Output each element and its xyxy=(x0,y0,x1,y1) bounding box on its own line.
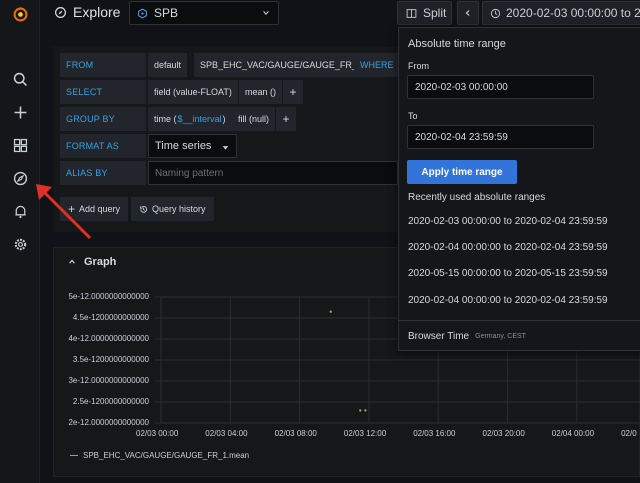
interval-variable: $__interval xyxy=(177,114,222,124)
recent-ranges-heading: Recently used absolute ranges xyxy=(408,192,546,203)
from-label: FROM xyxy=(60,53,146,77)
add-select-button[interactable]: + xyxy=(283,80,303,104)
bell-icon xyxy=(14,205,26,218)
search-icon xyxy=(13,72,27,86)
x-tick-label: 02/03 04:00 xyxy=(205,429,248,438)
measurement-segment[interactable]: SPB_EHC_VAC/GAUGE/GAUGE_FR_1 xyxy=(194,53,368,77)
time-range-dropdown: Absolute time range From 2020-02-03 00:0… xyxy=(398,27,640,351)
y-tick-label: 2.5e-1200000000000 xyxy=(72,397,149,406)
legend-series-swatch xyxy=(70,455,78,456)
caret-down-icon xyxy=(222,146,229,150)
apply-time-range-button[interactable]: Apply time range xyxy=(407,160,517,184)
annotation-arrow xyxy=(36,184,92,240)
y-tick-label: 4.5e-1200000000000 xyxy=(72,313,149,322)
y-tick-label: 4e-12.0000000000000 xyxy=(68,334,149,343)
recent-range-item[interactable]: 2020-02-03 00:00:00 to 2020-02-04 23:59:… xyxy=(408,216,608,227)
format-as-select[interactable]: Time series xyxy=(148,134,237,158)
group-by-time-segment[interactable]: time ($__interval) xyxy=(148,107,232,131)
gear-icon xyxy=(14,238,26,250)
aggregation-segment[interactable]: mean () xyxy=(239,80,283,104)
y-tick-label: 5e-12.0000000000000 xyxy=(68,292,149,301)
group-time-suffix: ) xyxy=(222,114,226,124)
plus-icon: + xyxy=(289,85,297,99)
create-button[interactable] xyxy=(0,98,40,126)
data-point[interactable] xyxy=(329,310,332,313)
absolute-range-heading: Absolute time range xyxy=(408,38,506,50)
datasource-name: SPB xyxy=(154,6,179,20)
data-point[interactable] xyxy=(359,409,362,412)
influxdb-icon xyxy=(138,8,147,18)
dashboards-button[interactable] xyxy=(0,131,40,159)
add-group-by-button[interactable]: + xyxy=(276,107,296,131)
history-icon xyxy=(139,205,148,213)
page-title-text: Explore xyxy=(73,4,121,20)
timezone-label: Germany, CEST xyxy=(475,333,526,340)
to-input[interactable]: 2020-02-04 23:59:59 xyxy=(407,125,594,149)
x-tick-label: 02/03 16:00 xyxy=(413,429,456,438)
from-input[interactable]: 2020-02-03 00:00:00 xyxy=(407,75,594,99)
split-button[interactable]: Split xyxy=(397,1,452,25)
field-segment[interactable]: field (value-FLOAT) xyxy=(148,80,238,104)
grafana-logo[interactable] xyxy=(0,0,40,28)
from-field-label: From xyxy=(408,61,429,71)
alias-by-input[interactable]: Naming pattern xyxy=(148,161,398,185)
recent-range-item[interactable]: 2020-05-15 00:00:00 to 2020-05-15 23:59:… xyxy=(408,268,608,279)
group-time-prefix: time ( xyxy=(154,114,177,124)
x-tick-label: 02/04 00:00 xyxy=(551,429,595,438)
plus-icon: + xyxy=(282,112,290,126)
datasource-picker[interactable]: SPB xyxy=(129,1,279,25)
time-range-picker-button[interactable]: 2020-02-03 00:00:00 to 2020-02-04 23:59:… xyxy=(482,1,640,25)
clock-icon xyxy=(490,8,501,18)
x-tick-label: 02/03 20:00 xyxy=(482,429,525,438)
x-tick-label: 02/03 12:00 xyxy=(343,429,387,438)
split-label: Split xyxy=(423,6,447,20)
search-button[interactable] xyxy=(0,65,40,93)
y-tick-label: 3.5e-1200000000000 xyxy=(72,355,149,364)
data-point[interactable] xyxy=(364,409,367,412)
x-tick-label: 02/0 xyxy=(621,429,637,438)
query-history-label: Query history xyxy=(152,204,206,214)
page-title: Explore xyxy=(54,4,120,20)
format-as-value: Time series xyxy=(155,140,212,152)
y-tick-label: 3e-12.0000000000000 xyxy=(68,376,149,385)
chevron-left-icon xyxy=(465,10,470,16)
recent-range-item[interactable]: 2020-02-04 00:00:00 to 2020-02-04 23:59:… xyxy=(408,242,608,253)
to-field-label: To xyxy=(408,111,418,121)
explore-toolbar: Explore SPB Split 2020-02-03 00:00:00 to… xyxy=(40,0,640,28)
legend-series-name: SPB_EHC_VAC/GAUGE/GAUGE_FR_1.mean xyxy=(83,451,250,460)
format-as-label: FORMAT AS xyxy=(60,134,146,158)
timezone-footer: Browser Time Germany, CEST xyxy=(399,320,640,352)
fill-segment[interactable]: fill (null) xyxy=(232,107,276,131)
plus-icon xyxy=(14,106,26,118)
query-history-button[interactable]: Query history xyxy=(131,197,214,221)
compass-icon xyxy=(55,6,66,18)
time-range-label: 2020-02-03 00:00:00 to 2020-02-04 23:59:… xyxy=(506,6,640,20)
y-tick-label: 2e-12.0000000000000 xyxy=(68,418,149,427)
time-shift-back-button[interactable] xyxy=(457,1,479,25)
grafana-logo-icon xyxy=(13,6,27,21)
split-columns-icon xyxy=(406,8,417,18)
select-label: SELECT xyxy=(60,80,146,104)
chevron-down-icon xyxy=(263,11,269,16)
where-segment[interactable]: WHERE xyxy=(354,53,400,77)
x-tick-label: 02/03 08:00 xyxy=(274,429,317,438)
compass-icon xyxy=(13,171,27,185)
retention-policy-segment[interactable]: default xyxy=(148,53,188,77)
group-by-label: GROUP BY xyxy=(60,107,146,131)
recent-range-item[interactable]: 2020-02-04 00:00:00 to 2020-02-04 23:59:… xyxy=(408,295,608,306)
dashboards-grid-icon xyxy=(13,138,27,152)
graph-legend[interactable]: SPB_EHC_VAC/GAUGE/GAUGE_FR_1.mean xyxy=(70,451,249,460)
browser-time-label: Browser Time xyxy=(408,331,470,342)
x-tick-label: 02/03 00:00 xyxy=(136,429,179,438)
